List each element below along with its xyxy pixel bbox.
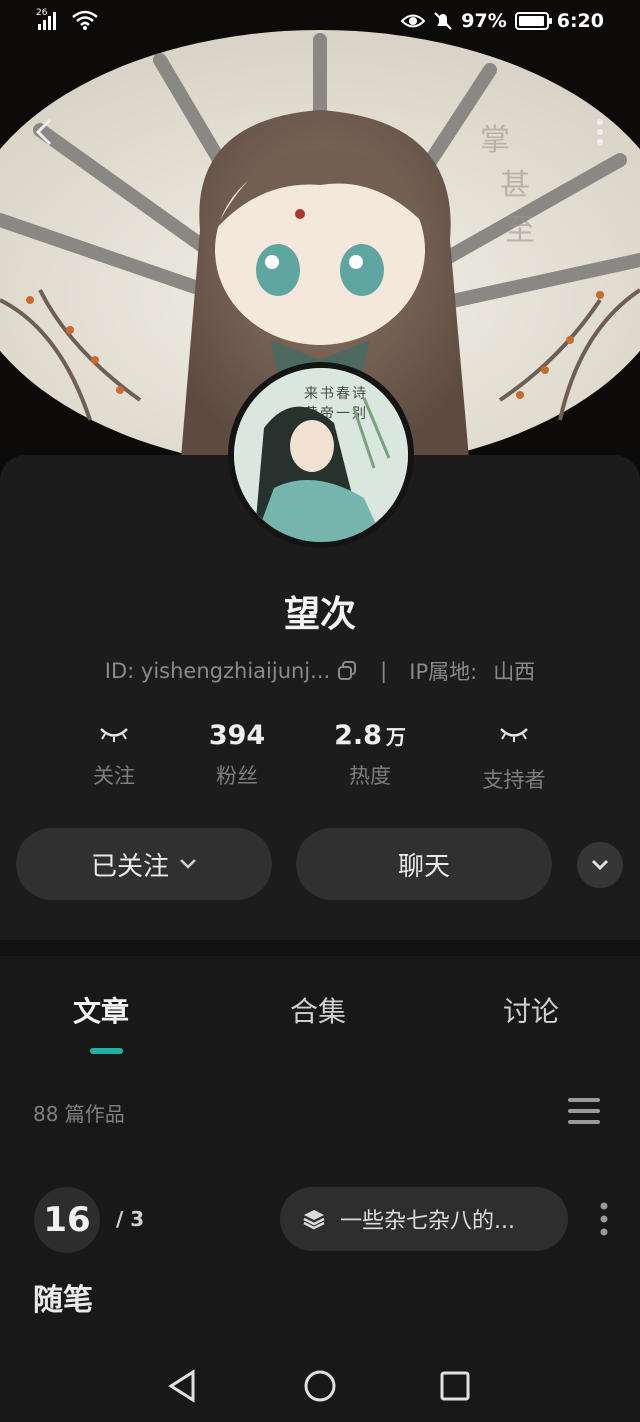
stat-following-icon-wrap	[54, 718, 174, 754]
stat-label: 粉丝	[216, 764, 258, 788]
collection-section-title: 随笔	[33, 1283, 93, 1318]
eye-closed-icon	[100, 728, 128, 742]
expand-button[interactable]	[577, 842, 623, 888]
more-options-button[interactable]	[590, 112, 610, 152]
svg-text:一: 一	[336, 406, 350, 422]
list-menu-icon[interactable]	[567, 1096, 601, 1126]
stat-following[interactable]: 关注	[54, 718, 174, 790]
collection-selector[interactable]: 一些杂七杂八的...	[280, 1187, 568, 1251]
status-right: 97% 6:20	[401, 10, 604, 32]
svg-text:书: 书	[320, 386, 334, 402]
tab-articles[interactable]: 文章	[73, 990, 129, 1030]
stat-unit: 万	[385, 725, 406, 749]
eye-closed-icon	[500, 728, 528, 742]
avatar[interactable]: 来书 春诗 黄帝 一别	[228, 362, 414, 548]
layers-icon	[303, 1210, 325, 1230]
tab-indicator	[90, 1048, 123, 1054]
tab-discussion[interactable]: 讨论	[503, 990, 559, 1030]
collection-more-icon[interactable]	[596, 1200, 612, 1238]
stat-label: 热度	[349, 764, 391, 788]
avatar-illustration: 来书 春诗 黄帝 一别	[234, 368, 408, 542]
profile-name: 望次	[283, 594, 356, 635]
chevron-down-icon	[180, 859, 196, 869]
stat-followers[interactable]: 394 粉丝	[177, 718, 297, 790]
back-button[interactable]	[30, 112, 60, 152]
eye-icon	[401, 14, 426, 28]
stats-row: 关注 394 粉丝 2.8 万 热度 支持者	[0, 718, 640, 798]
id-separator: |	[380, 659, 388, 683]
status-bar: 26 97% 6:20	[0, 0, 640, 44]
nav-recents-icon[interactable]	[435, 1366, 475, 1406]
network-type: 26	[36, 8, 48, 18]
profile-id-line: ID: yishengzhiaijunj... | IP属地: 山西	[0, 656, 640, 686]
stat-value-wrap: 2.8 万	[310, 718, 430, 754]
stat-supporters-icon-wrap	[454, 718, 574, 754]
stat-label: 支持者	[482, 768, 546, 792]
stat-popularity[interactable]: 2.8 万 热度	[310, 718, 430, 790]
stat-supporters[interactable]: 支持者	[454, 718, 574, 794]
ip-location: 山西	[493, 660, 536, 684]
nav-home-icon[interactable]	[300, 1366, 340, 1406]
svg-text:至: 至	[505, 213, 535, 248]
ip-label: IP属地:	[409, 660, 478, 684]
stat-value: 2.8	[334, 720, 382, 751]
chat-button[interactable]: 聊天	[296, 828, 552, 900]
copy-icon[interactable]	[336, 660, 358, 682]
notifications-off-icon	[434, 12, 452, 30]
collection-current-number: 16	[34, 1187, 100, 1253]
chat-button-label: 聊天	[397, 851, 450, 882]
clock: 6:20	[556, 10, 604, 32]
section-divider	[0, 940, 640, 956]
stat-value: 394	[208, 720, 266, 751]
tab-collections[interactable]: 合集	[290, 990, 346, 1030]
wifi-icon	[72, 10, 98, 30]
svg-text:甚: 甚	[500, 168, 530, 203]
profile-id: ID: yishengzhiaijunj...	[104, 659, 331, 683]
nav-back-icon[interactable]	[163, 1366, 203, 1406]
svg-text:春: 春	[336, 386, 350, 402]
follow-button-label: 已关注	[90, 851, 169, 882]
battery-icon	[514, 12, 552, 30]
system-nav-bar	[0, 1346, 640, 1422]
battery-level	[518, 16, 544, 26]
collection-name: 一些杂七杂八的...	[340, 1209, 515, 1234]
follow-button[interactable]: 已关注	[16, 828, 272, 900]
chevron-down-icon	[591, 859, 609, 871]
svg-text:掌: 掌	[480, 123, 510, 158]
collection-total: / 3	[116, 1207, 145, 1231]
stat-label: 关注	[93, 764, 135, 788]
svg-text:来: 来	[304, 386, 318, 402]
works-count: 88 篇作品	[33, 1102, 125, 1126]
status-left: 26	[36, 8, 98, 30]
battery-percent: 97%	[461, 10, 507, 32]
